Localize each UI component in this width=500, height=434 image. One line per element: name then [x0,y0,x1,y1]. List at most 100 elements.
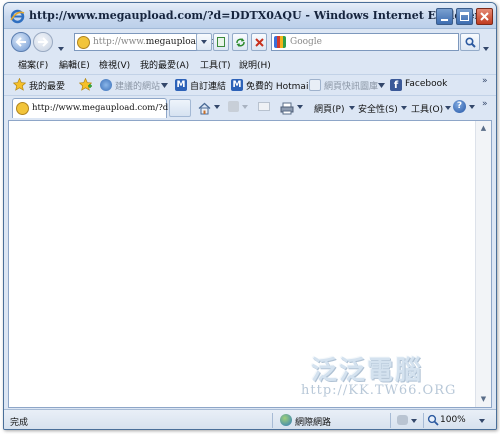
status-separator [390,413,391,428]
tools-menu-button[interactable]: 工具(O) [409,96,451,118]
chevron-down-icon [483,47,489,51]
tab-megaupload[interactable]: http://www.megaupload.com/?d=D... [12,98,190,118]
status-bar: 完成 網際網路 100% [4,409,496,429]
suggested-sites-link[interactable]: 建議的網站 [99,77,169,93]
web-slice-icon [309,79,321,91]
address-bar[interactable]: http://www.megaupload.com/ [74,33,227,51]
home-icon [198,102,211,115]
favorites-star-icon [13,78,26,91]
security-zone-label: 網際網路 [295,418,332,428]
favorites-bar-overflow-chevron[interactable]: » [482,76,488,86]
internet-zone-globe-icon [280,414,292,426]
favorites-label: 我的最愛 [29,82,66,92]
favorites-bar: 我的最愛 建議的網站 M 自訂連結 M 免費的 Hotmail 網頁快訊圖庫 f… [4,74,496,94]
chevron-down-icon [242,105,248,109]
hotmail-link[interactable]: M 免費的 Hotmail [230,77,311,93]
chevron-down-icon [297,105,303,109]
chevron-down-icon [411,419,417,423]
zoom-level: 100% [440,415,466,425]
read-mail-button[interactable] [258,101,274,115]
address-dropdown-button[interactable] [196,33,212,51]
search-icon [465,37,476,48]
recent-pages-dropdown[interactable] [57,38,65,51]
watermark-title: 泛泛電腦 [311,356,424,386]
scroll-down-arrow-icon[interactable]: ▼ [476,392,491,407]
protected-mode-button[interactable] [396,413,420,428]
menu-tools[interactable]: 工具(T) [200,58,231,71]
search-button[interactable] [460,33,480,51]
window-title: http://www.megaupload.com/?d=DDTX0AQU - … [29,9,481,22]
chevron-down-icon [201,40,207,44]
favorites-button[interactable]: 我的最愛 [12,77,70,93]
back-arrow-icon [15,37,26,47]
chevron-down-icon [378,83,385,88]
chevron-down-icon [479,419,485,423]
tools-menu-label: 工具(O) [411,105,444,115]
vertical-scrollbar[interactable]: ▲ ▼ [475,121,491,407]
refresh-button[interactable] [232,33,248,51]
forward-button[interactable] [33,32,53,52]
ie-window: http://www.megaupload.com/?d=DDTX0AQU - … [3,2,497,430]
command-bar-overflow-chevron[interactable]: » [482,99,488,109]
back-button[interactable] [11,32,31,52]
compatibility-view-button[interactable] [213,33,229,51]
facebook-link[interactable]: f Facebook [389,77,449,93]
search-input[interactable]: Google [290,37,322,47]
search-box[interactable]: Google [271,33,459,51]
facebook-label: Facebook [405,79,448,89]
close-icon [480,12,489,21]
help-icon: ? [453,100,466,113]
web-slice-gallery-link[interactable]: 網頁快訊圖庫 [308,77,388,93]
facebook-icon: f [390,79,402,91]
watermark-url: http://KK.TW66.ORG [301,383,457,398]
maximize-icon [460,12,469,21]
safety-menu-button[interactable]: 安全性(S) [356,96,408,118]
hotmail-label: 免費的 Hotmail [246,82,311,92]
minimize-button[interactable] [436,8,453,25]
new-tab-button[interactable] [169,99,191,117]
chevron-down-icon [401,106,407,110]
feeds-button[interactable] [228,101,250,115]
chevron-down-icon [161,83,168,88]
custom-links-link[interactable]: M 自訂連結 [174,77,229,93]
search-options-dropdown[interactable] [482,38,490,51]
printer-icon [280,102,294,115]
zoom-button[interactable]: 100% [426,412,492,429]
zoom-magnifier-icon [427,414,439,426]
close-button[interactable] [476,8,493,25]
watermark-logo: 泛泛電腦 http://KK.TW66.ORG [301,350,471,405]
home-button[interactable] [198,100,222,116]
page-menu-button[interactable]: 網頁(P) [312,96,356,118]
status-separator [272,413,273,428]
status-text: 完成 [10,418,29,428]
scroll-up-arrow-icon[interactable]: ▲ [476,121,491,136]
menu-edit[interactable]: 編輯(E) [59,58,90,71]
stop-icon [255,38,264,47]
chevron-down-icon [214,105,220,109]
chevron-down-icon [58,47,64,51]
google-icon [274,36,286,48]
suggested-sites-label: 建議的網站 [115,82,161,92]
safety-menu-label: 安全性(S) [358,105,398,115]
menu-file[interactable]: 檔案(F) [18,58,48,71]
status-separator [423,413,424,428]
tab-row: http://www.megaupload.com/?d=D... 網頁(P) … [4,95,496,119]
menu-favorites[interactable]: 我的最愛(A) [140,58,189,71]
add-to-favorites-bar-button[interactable] [78,77,94,93]
page-content-area[interactable]: ▲ ▼ 泛泛電腦 http://KK.TW66.ORG [8,120,492,408]
print-button[interactable] [280,100,304,116]
megaupload-favicon [77,36,90,49]
rss-feed-icon [228,101,239,112]
menu-help[interactable]: 說明(H) [239,58,271,71]
navigation-bar: http://www.megaupload.com/ Google [4,30,496,54]
help-button[interactable]: ? [453,99,477,115]
stop-button[interactable] [251,33,267,51]
menu-bar: 檔案(F) 編輯(E) 檢視(V) 我的最愛(A) 工具(T) 說明(H) [4,55,496,73]
page-menu-label: 網頁(P) [314,105,345,115]
minimize-icon [441,19,448,21]
menu-view[interactable]: 檢視(V) [99,58,130,71]
title-bar[interactable]: http://www.megaupload.com/?d=DDTX0AQU - … [4,3,496,29]
mail-icon [258,102,270,111]
msn-m-icon: M [231,79,243,91]
maximize-button[interactable] [456,8,473,25]
